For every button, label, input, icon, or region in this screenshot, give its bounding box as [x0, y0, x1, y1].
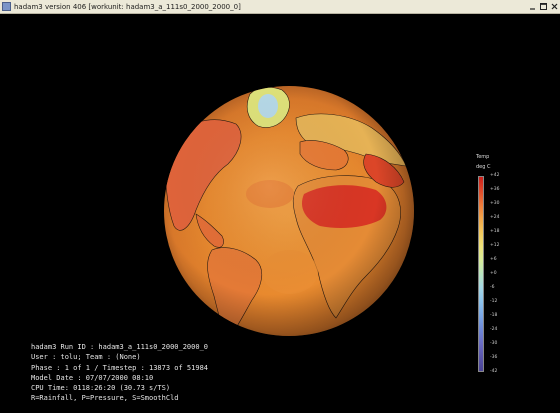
- legend-label: -36: [490, 355, 498, 360]
- close-button[interactable]: [549, 1, 560, 12]
- legend-label: +42: [490, 173, 500, 178]
- legend-label: +24: [490, 215, 500, 220]
- legend-color-bar: [478, 176, 484, 372]
- legend-label: +18: [490, 229, 500, 234]
- info-line: User : tolu; Team : (None): [31, 353, 141, 362]
- window-title: hadam3 version 406 [workunit: hadam3_a_1…: [14, 3, 241, 11]
- info-line: Model Date : 07/07/2000 08:10: [31, 373, 154, 382]
- legend-label: -18: [490, 313, 498, 318]
- legend-label: -30: [490, 341, 498, 346]
- title-bar[interactable]: hadam3 version 406 [workunit: hadam3_a_1…: [0, 0, 560, 14]
- legend-label: -12: [490, 299, 498, 304]
- info-line: Phase : 1 of 1 / Timestep : 13873 of 519…: [31, 363, 209, 372]
- legend-label: +6: [490, 257, 497, 262]
- legend-label: -24: [490, 327, 498, 332]
- info-line: R=Rainfall, P=Pressure, S=SmoothCld: [31, 394, 179, 403]
- legend-label: +30: [490, 201, 500, 206]
- maximize-button[interactable]: [538, 1, 549, 12]
- legend-unit: deg C: [476, 164, 491, 170]
- info-line: CPU Time: 0118:26:20 (30.73 s/TS): [31, 384, 171, 393]
- legend-label: +0: [490, 271, 497, 276]
- maximize-icon: [540, 3, 547, 10]
- app-window: hadam3 version 406 [workunit: hadam3_a_1…: [0, 0, 560, 413]
- legend-label: +12: [490, 243, 500, 248]
- minimize-icon: [530, 8, 535, 10]
- legend-title: Temp: [476, 154, 490, 160]
- model-viewport[interactable]: Temp deg C +42 +36 +30 +24 +18 +12 +6 +0 -6 -12 -1…: [0, 14, 560, 413]
- info-line: hadam3 Run ID : hadam3_a_111s0_2000_2000…: [31, 343, 209, 351]
- legend-labels: +42 +36 +30 +24 +18 +12 +6 +0 -6 -12 -18 -24 -30 -36 -…: [490, 173, 520, 374]
- temperature-legend: Temp deg C +42 +36 +30 +24 +18 +12 +6 +0 -6 -12 -1…: [472, 154, 532, 384]
- run-info-panel: hadam3 Run ID : hadam3_a_111s0_2000_2000…: [31, 342, 331, 404]
- globe-shading: [164, 86, 414, 336]
- legend-label: -6: [490, 285, 495, 290]
- app-icon: [2, 2, 11, 11]
- minimize-button[interactable]: [527, 1, 538, 12]
- globe-surface: [164, 86, 414, 336]
- close-icon: [551, 3, 558, 10]
- legend-label: +36: [490, 187, 500, 192]
- legend-label: -42: [490, 369, 498, 374]
